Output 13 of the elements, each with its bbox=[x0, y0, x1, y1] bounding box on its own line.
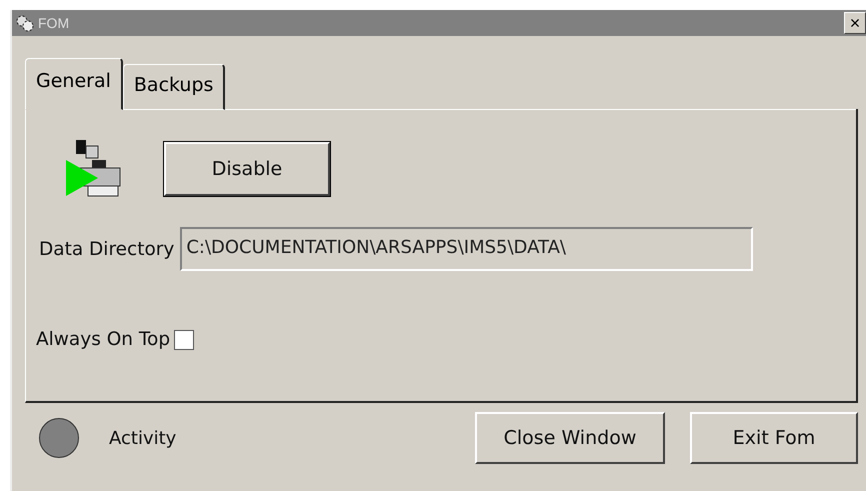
activity-label: Activity bbox=[109, 428, 176, 448]
checkbox[interactable] bbox=[174, 330, 194, 350]
action-button[interactable]: Close Window bbox=[475, 412, 665, 464]
disable-button[interactable]: Disable bbox=[164, 142, 330, 196]
action-button[interactable]: Exit Fom bbox=[690, 412, 858, 464]
app-icon bbox=[14, 13, 36, 33]
field-label: Data Directory bbox=[39, 238, 174, 260]
directory-field[interactable]: C:\DOCUMENTATION\ARSAPPS\IMS5\DATA\ bbox=[180, 227, 754, 271]
close-button[interactable]: × bbox=[844, 12, 866, 34]
tab[interactable]: General bbox=[25, 58, 123, 110]
window-title: FOM bbox=[38, 15, 70, 31]
tab[interactable]: Backups bbox=[122, 64, 226, 110]
checkbox-label: Always On Top bbox=[36, 329, 170, 350]
